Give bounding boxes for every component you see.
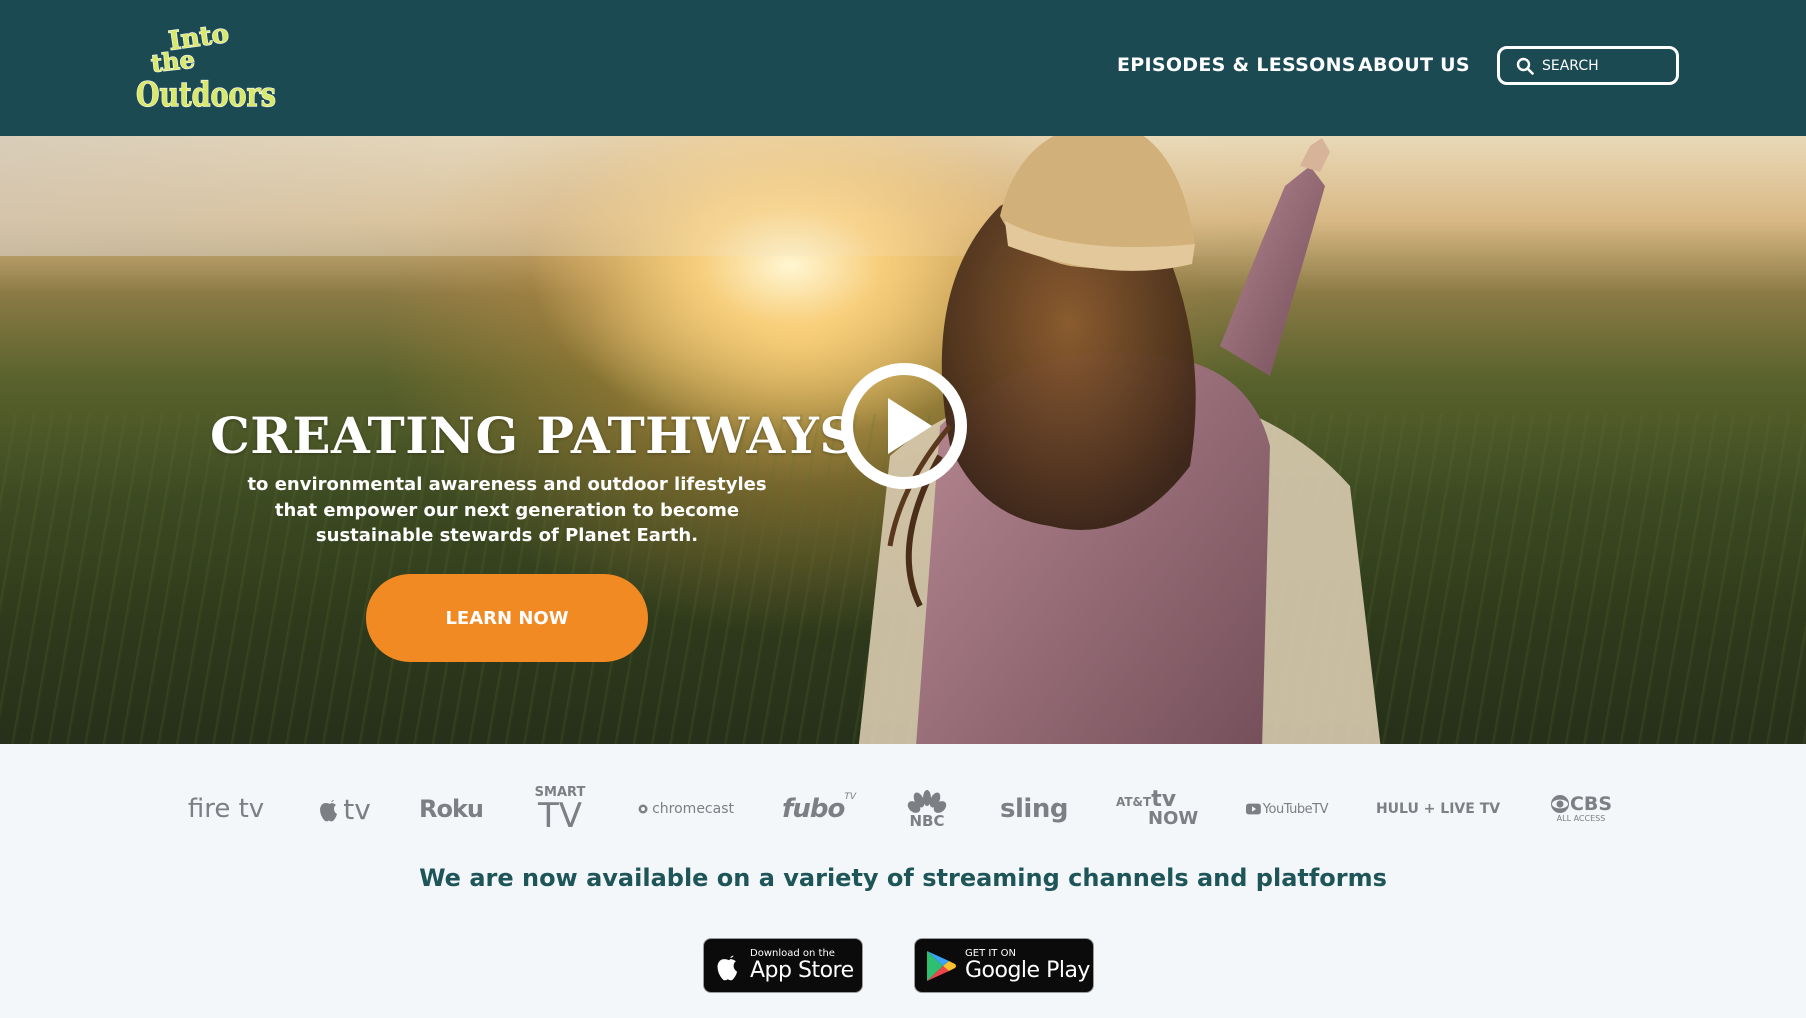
youtube-icon — [1246, 803, 1261, 815]
cbs-eye-icon — [1550, 795, 1569, 813]
google-play-big-text: Google Play — [965, 958, 1090, 983]
apple-icon — [717, 955, 738, 980]
hero-title: CREATING PATHWAYS — [210, 406, 856, 465]
learn-now-button[interactable]: LEARN NOW — [366, 574, 648, 662]
hulu-live-tv-logo: HULU + LIVE TV — [1375, 801, 1501, 817]
hero-banner: CREATING PATHWAYS to environmental aware… — [0, 136, 1806, 744]
chromecast-logo: chromecast — [638, 784, 734, 834]
youtube-tv-logo: YouTubeTV — [1246, 784, 1329, 834]
app-store-big-text: App Store — [750, 958, 854, 983]
nav-episodes-lessons[interactable]: EPISODES & LESSONS — [1117, 54, 1356, 76]
streaming-headline: We are now available on a variety of str… — [419, 864, 1387, 892]
nbc-logo: NBC — [904, 784, 950, 834]
search-box[interactable] — [1497, 46, 1679, 85]
google-play-icon — [927, 950, 956, 981]
peacock-icon — [907, 789, 947, 813]
roku-logo: Roku — [418, 795, 484, 823]
sling-logo: sling — [1000, 794, 1068, 824]
fire-tv-logo: fire tv — [187, 794, 265, 824]
chromecast-icon — [638, 804, 648, 814]
search-icon — [1516, 57, 1534, 75]
platforms-section: fire tv tv Roku SMART TV chromecast fubo… — [0, 744, 1806, 1018]
fubo-tv-logo: fubo TV — [782, 792, 856, 824]
search-input[interactable] — [1542, 57, 1672, 74]
app-store-badge[interactable]: Download on the App Store — [703, 938, 863, 993]
cbs-all-access-logo: CBS ALL ACCESS — [1546, 784, 1616, 834]
google-play-badge[interactable]: GET IT ON Google Play — [914, 938, 1094, 993]
apple-tv-logo: tv — [310, 784, 380, 834]
site-header: Into the Outdoors EPISODES & LESSONS ABO… — [0, 0, 1806, 136]
platform-logo-row: fire tv tv Roku SMART TV chromecast fubo… — [0, 784, 1806, 834]
logo-word-outdoors: Outdoors — [136, 75, 276, 115]
hero-subtitle: to environmental awareness and outdoor l… — [247, 474, 767, 546]
play-icon[interactable] — [840, 362, 968, 490]
nav-about-us[interactable]: ABOUT US — [1358, 54, 1470, 76]
logo-word-the: the — [150, 45, 197, 78]
site-logo[interactable]: Into the Outdoors — [135, 18, 281, 116]
att-tv-now-logo: AT&T tv NOW — [1116, 787, 1199, 829]
smart-tv-logo: SMART TV — [534, 784, 586, 836]
apple-icon — [320, 800, 338, 822]
